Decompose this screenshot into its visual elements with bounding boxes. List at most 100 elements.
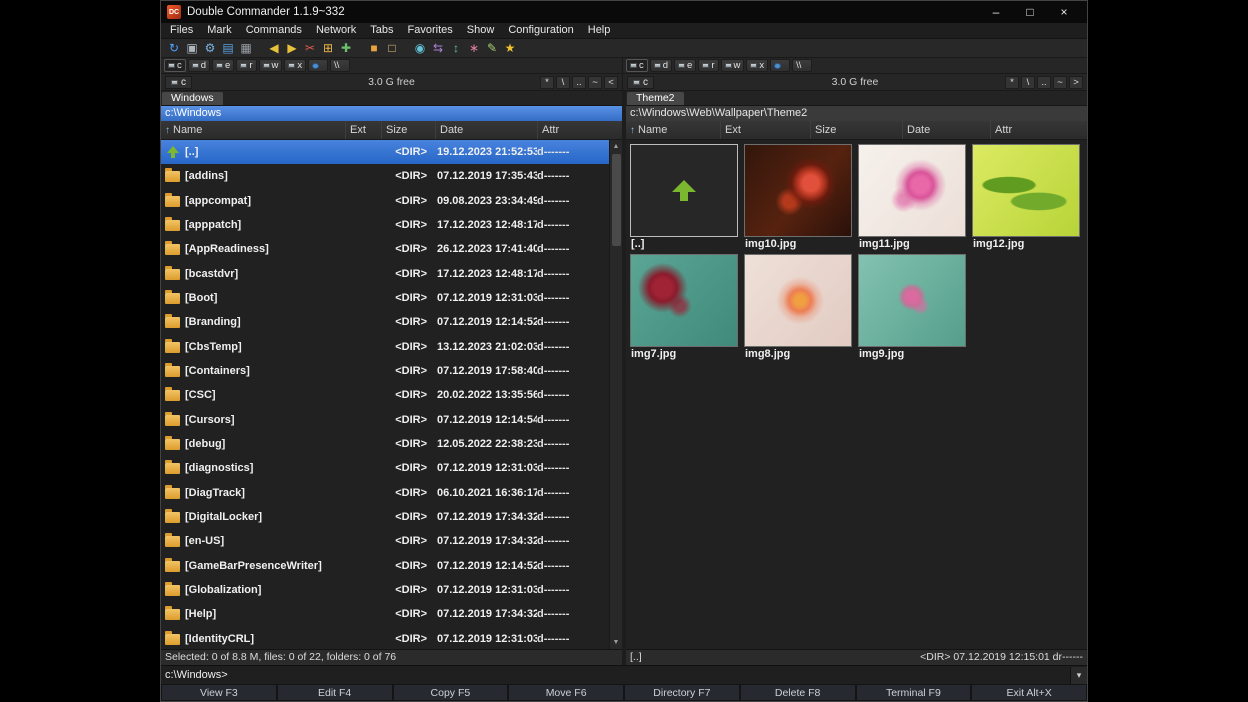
command-line[interactable]: c:\Windows> ▾ xyxy=(161,665,1087,684)
file-row[interactable]: [addins] <DIR> 07.12.2019 17:35:43 d----… xyxy=(161,164,609,188)
nav-button[interactable]: \ xyxy=(1021,76,1035,89)
directory-f7-button[interactable]: Directory F7 xyxy=(625,685,739,700)
menu-item[interactable]: Files xyxy=(163,23,200,38)
thumbnail-item[interactable]: img12.jpg xyxy=(972,144,1084,250)
copy-icon[interactable]: ⊞ xyxy=(319,40,337,57)
drive-c-button[interactable]: c xyxy=(626,59,648,72)
close-button[interactable]: × xyxy=(1047,2,1081,22)
drive-e-button[interactable]: e xyxy=(212,59,234,72)
file-row[interactable]: [GameBarPresenceWriter] <DIR> 07.12.2019… xyxy=(161,554,609,578)
menu-item[interactable]: Favorites xyxy=(401,23,460,38)
thumbnail-item[interactable]: [..] xyxy=(630,144,742,250)
drive-w-button[interactable]: w xyxy=(721,59,745,72)
edit-f4-button[interactable]: Edit F4 xyxy=(278,685,392,700)
nav-button[interactable]: * xyxy=(540,76,554,89)
menu-item[interactable]: Show xyxy=(460,23,502,38)
column-header-date[interactable]: Date xyxy=(902,121,990,139)
file-row[interactable]: [Cursors] <DIR> 07.12.2019 12:14:54 d---… xyxy=(161,408,609,432)
column-header-name[interactable]: ↑Name xyxy=(626,121,720,139)
thumbnail-item[interactable]: img8.jpg xyxy=(744,254,856,360)
column-header-size[interactable]: Size xyxy=(810,121,902,139)
exit-altx-button[interactable]: Exit Alt+X xyxy=(972,685,1086,700)
delete-f8-button[interactable]: Delete F8 xyxy=(741,685,855,700)
scroll-down-icon[interactable]: ▼ xyxy=(610,636,623,649)
column-header-ext[interactable]: Ext xyxy=(720,121,810,139)
tab-windows[interactable]: Windows xyxy=(162,92,223,105)
nav-button[interactable]: ~ xyxy=(1053,76,1067,89)
file-row[interactable]: [CSC] <DIR> 20.02.2022 13:35:56 d------- xyxy=(161,383,609,407)
back-icon[interactable]: ◀ xyxy=(265,40,283,57)
cut-icon[interactable]: ✂ xyxy=(301,40,319,57)
refresh-icon[interactable]: ↻ xyxy=(165,40,183,57)
drive-r-button[interactable]: r xyxy=(236,59,256,72)
tab-theme2[interactable]: Theme2 xyxy=(627,92,684,105)
drive-unc-button[interactable]: \\ xyxy=(792,59,812,72)
thumbnail-item[interactable]: img11.jpg xyxy=(858,144,970,250)
nav-button[interactable]: > xyxy=(1069,76,1083,89)
drive-w-button[interactable]: w xyxy=(259,59,283,72)
drive-d-button[interactable]: d xyxy=(650,59,672,72)
file-row[interactable]: [..] <DIR> 19.12.2023 21:52:53 d------- xyxy=(161,140,609,164)
scroll-up-icon[interactable]: ▲ xyxy=(610,140,623,153)
menu-item[interactable]: Network xyxy=(309,23,363,38)
file-row[interactable]: [apppatch] <DIR> 17.12.2023 12:48:17 d--… xyxy=(161,213,609,237)
drive-network-button[interactable] xyxy=(770,59,790,72)
drive-network-button[interactable] xyxy=(308,59,328,72)
file-row[interactable]: [AppReadiness] <DIR> 26.12.2023 17:41:40… xyxy=(161,237,609,261)
file-row[interactable]: [Boot] <DIR> 07.12.2019 12:31:03 d------… xyxy=(161,286,609,310)
vertical-scrollbar[interactable]: ▲ ▼ xyxy=(609,140,622,649)
file-row[interactable]: [Help] <DIR> 07.12.2019 17:34:32 d------… xyxy=(161,602,609,626)
thumbnail-item[interactable]: img9.jpg xyxy=(858,254,970,360)
nav-button[interactable]: \ xyxy=(556,76,570,89)
drive-e-button[interactable]: e xyxy=(674,59,696,72)
file-row[interactable]: [bcastdvr] <DIR> 17.12.2023 12:48:17 d--… xyxy=(161,262,609,286)
right-path-bar[interactable]: c:\Windows\Web\Wallpaper\Theme2 xyxy=(626,106,1087,121)
file-row[interactable]: [appcompat] <DIR> 09.08.2023 23:34:49 d-… xyxy=(161,189,609,213)
file-row[interactable]: [IdentityCRL] <DIR> 07.12.2019 12:31:03 … xyxy=(161,627,609,649)
file-row[interactable]: [Branding] <DIR> 07.12.2019 12:14:52 d--… xyxy=(161,310,609,334)
nav-button[interactable]: < xyxy=(604,76,618,89)
maximize-button[interactable]: □ xyxy=(1013,2,1047,22)
scrollbar-thumb[interactable] xyxy=(612,154,621,246)
file-row[interactable]: [Globalization] <DIR> 07.12.2019 12:31:0… xyxy=(161,578,609,602)
column-header-size[interactable]: Size xyxy=(381,121,435,139)
drive-d-button[interactable]: d xyxy=(188,59,210,72)
file-row[interactable]: [DigitalLocker] <DIR> 07.12.2019 17:34:3… xyxy=(161,505,609,529)
file-row[interactable]: [CbsTemp] <DIR> 13.12.2023 21:02:03 d---… xyxy=(161,335,609,359)
copy-f5-button[interactable]: Copy F5 xyxy=(394,685,508,700)
column-header-date[interactable]: Date xyxy=(435,121,537,139)
column-header-attr[interactable]: Attr xyxy=(537,121,622,139)
run-terminal-icon[interactable]: ▣ xyxy=(183,40,201,57)
nav-button[interactable]: .. xyxy=(572,76,586,89)
view-f3-button[interactable]: View F3 xyxy=(162,685,276,700)
nav-button[interactable]: ~ xyxy=(588,76,602,89)
menu-item[interactable]: Configuration xyxy=(501,23,580,38)
thumbnail-item[interactable]: img7.jpg xyxy=(630,254,742,360)
favorites-icon[interactable]: ★ xyxy=(501,40,519,57)
left-path-bar[interactable]: c:\Windows xyxy=(161,106,622,121)
drive-unc-button[interactable]: \\ xyxy=(330,59,350,72)
thumbnails-view-icon[interactable]: ▦ xyxy=(237,40,255,57)
paste-icon[interactable]: ✚ xyxy=(337,40,355,57)
menu-item[interactable]: Commands xyxy=(239,23,309,38)
menu-item[interactable]: Tabs xyxy=(363,23,400,38)
file-row[interactable]: [DiagTrack] <DIR> 06.10.2021 16:36:17 d-… xyxy=(161,481,609,505)
compare-icon[interactable]: ⇆ xyxy=(429,40,447,57)
edit-icon[interactable]: ✎ xyxy=(483,40,501,57)
left-drive-select[interactable]: c xyxy=(165,76,192,89)
drive-c-button[interactable]: c xyxy=(164,59,186,72)
sync-dirs-icon[interactable]: ↕ xyxy=(447,40,465,57)
drive-x-button[interactable]: x xyxy=(746,59,768,72)
file-row[interactable]: [Containers] <DIR> 07.12.2019 17:58:40 d… xyxy=(161,359,609,383)
column-header-attr[interactable]: Attr xyxy=(990,121,1087,139)
column-header-ext[interactable]: Ext xyxy=(345,121,381,139)
pack-icon[interactable]: ■ xyxy=(365,40,383,57)
menu-item[interactable]: Help xyxy=(581,23,618,38)
forward-icon[interactable]: ▶ xyxy=(283,40,301,57)
menu-item[interactable]: Mark xyxy=(200,23,238,38)
history-dropdown-icon[interactable]: ▾ xyxy=(1070,667,1087,684)
file-row[interactable]: [debug] <DIR> 12.05.2022 22:38:23 d-----… xyxy=(161,432,609,456)
file-row[interactable]: [en-US] <DIR> 07.12.2019 17:34:32 d-----… xyxy=(161,529,609,553)
drive-x-button[interactable]: x xyxy=(284,59,306,72)
thumbnail-item[interactable]: img10.jpg xyxy=(744,144,856,250)
